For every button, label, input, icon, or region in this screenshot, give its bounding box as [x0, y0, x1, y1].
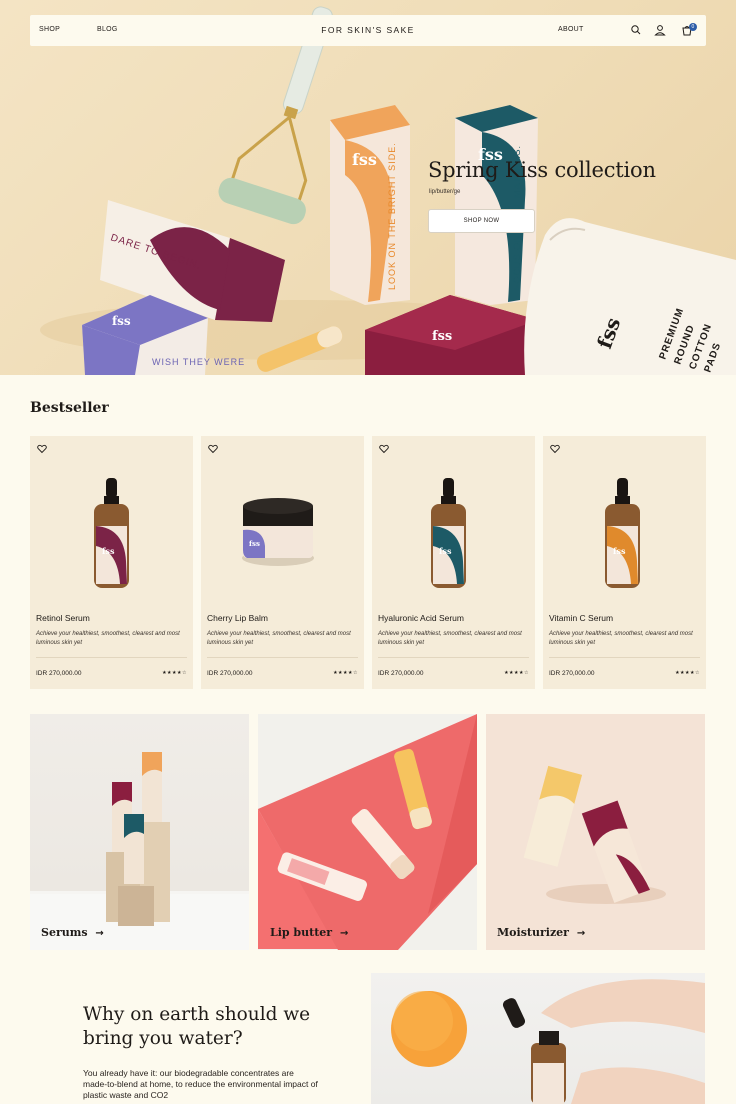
svg-text:LOOK ON THE BRIGHT SIDE.: LOOK ON THE BRIGHT SIDE.: [387, 142, 397, 290]
category-tile-moisturizer[interactable]: Moisturizer →: [486, 714, 705, 950]
box-dare-to-begin: DARE TO BEGIN.: [100, 200, 285, 322]
product-card[interactable]: fss Cherry Lip Balm Achieve your healthi…: [201, 436, 364, 689]
category-label-text: Moisturizer: [497, 926, 569, 939]
arrow-right-icon: →: [95, 928, 104, 939]
bestseller-heading: Bestseller: [30, 400, 109, 416]
heart-icon[interactable]: [379, 444, 389, 454]
hyaluronic-acid-serum-image: fss: [431, 478, 466, 588]
svg-text:fss: fss: [613, 546, 626, 556]
product-price: IDR 270,000.00: [549, 670, 595, 677]
brand-logo[interactable]: FOR SKIN'S SAKE: [30, 25, 706, 35]
svg-text:fss: fss: [249, 539, 260, 548]
moisturizer-image: [523, 765, 666, 904]
water-paragraph: You already have it: our biodegradable c…: [83, 1068, 318, 1100]
cart-count-badge: 0: [689, 23, 697, 31]
card-divider: [549, 657, 700, 658]
svg-text:fss: fss: [102, 546, 115, 556]
serums-image: [30, 752, 249, 950]
card-divider: [36, 657, 187, 658]
rating-stars: ★★★★☆: [162, 670, 187, 676]
cherry-lip-balm-image: fss: [242, 498, 314, 566]
category-tile-serums[interactable]: Serums →: [30, 714, 249, 950]
top-navbar: SHOP BLOG FOR SKIN'S SAKE ABOUT 0: [30, 15, 706, 46]
arrow-right-icon: →: [339, 928, 349, 939]
heart-icon[interactable]: [208, 444, 218, 454]
hero-title: Spring Kiss collection: [428, 158, 656, 182]
shop-now-button[interactable]: SHOP NOW: [428, 209, 535, 233]
svg-text:fss: fss: [112, 314, 131, 328]
product-card[interactable]: fss Hyaluronic Acid Serum Achieve your h…: [372, 436, 535, 689]
card-divider: [378, 657, 529, 658]
product-name[interactable]: Vitamin C Serum: [549, 613, 613, 623]
heart-icon[interactable]: [37, 444, 47, 454]
category-tile-lip-butter[interactable]: Lip butter →: [258, 714, 477, 950]
svg-text:WISH THEY WERE: WISH THEY WERE: [152, 357, 245, 367]
water-photo: [371, 973, 705, 1104]
box-orange: fss LOOK ON THE BRIGHT SIDE.: [330, 105, 410, 305]
hero-banner: DARE TO BEGIN. fss LOOK ON THE BRIGHT SI…: [0, 0, 736, 375]
box-teal: fss FOCUS ON WHAT MATTERS.: [455, 105, 538, 305]
product-price: IDR 270,000.00: [36, 670, 82, 677]
nav-about-link[interactable]: ABOUT: [558, 26, 584, 33]
vitamin-c-serum-image: fss: [605, 478, 640, 588]
product-description: Achieve your healthiest, smoothest, clea…: [207, 631, 351, 646]
product-description: Achieve your healthiest, smoothest, clea…: [549, 631, 693, 646]
user-icon[interactable]: [654, 24, 666, 36]
heart-icon[interactable]: [550, 444, 560, 454]
svg-text:fss: fss: [439, 546, 452, 556]
lip-butter-image: [258, 714, 477, 950]
category-label: Serums →: [41, 926, 104, 939]
category-label: Moisturizer →: [497, 926, 585, 939]
product-price: IDR 270,000.00: [207, 670, 253, 677]
grapefruit-dropper-image: [391, 979, 705, 1104]
rating-stars: ★★★★☆: [504, 670, 529, 676]
product-description: Achieve your healthiest, smoothest, clea…: [36, 631, 180, 646]
category-label-text: Serums: [41, 926, 88, 939]
rating-stars: ★★★★☆: [333, 670, 358, 676]
rating-stars: ★★★★☆: [675, 670, 700, 676]
product-card[interactable]: fss Vitamin C Serum Achieve your healthi…: [543, 436, 706, 689]
category-label: Lip butter →: [270, 926, 348, 939]
svg-text:fss: fss: [352, 150, 377, 169]
card-divider: [207, 657, 358, 658]
hero-product-image: DARE TO BEGIN. fss LOOK ON THE BRIGHT SI…: [40, 6, 736, 375]
water-heading: Why on earth should we bring you water?: [83, 1004, 311, 1049]
svg-text:fss: fss: [432, 329, 452, 344]
category-label-text: Lip butter: [270, 926, 333, 939]
retinol-serum-image: fss: [94, 478, 129, 588]
product-price: IDR 270,000.00: [378, 670, 424, 677]
product-name[interactable]: Hyaluronic Acid Serum: [378, 613, 464, 623]
cotton-pads-bag: fss PREMIUM ROUND COTTON PADS: [524, 218, 736, 375]
search-icon[interactable]: [630, 24, 642, 36]
product-name[interactable]: Retinol Serum: [36, 613, 90, 623]
hero-subtitle: lip/butter/ge: [429, 189, 461, 195]
product-description: Achieve your healthiest, smoothest, clea…: [378, 631, 522, 646]
product-card[interactable]: fss Retinol Serum Achieve your healthies…: [30, 436, 193, 689]
product-name[interactable]: Cherry Lip Balm: [207, 613, 268, 623]
arrow-right-icon: →: [576, 928, 586, 939]
